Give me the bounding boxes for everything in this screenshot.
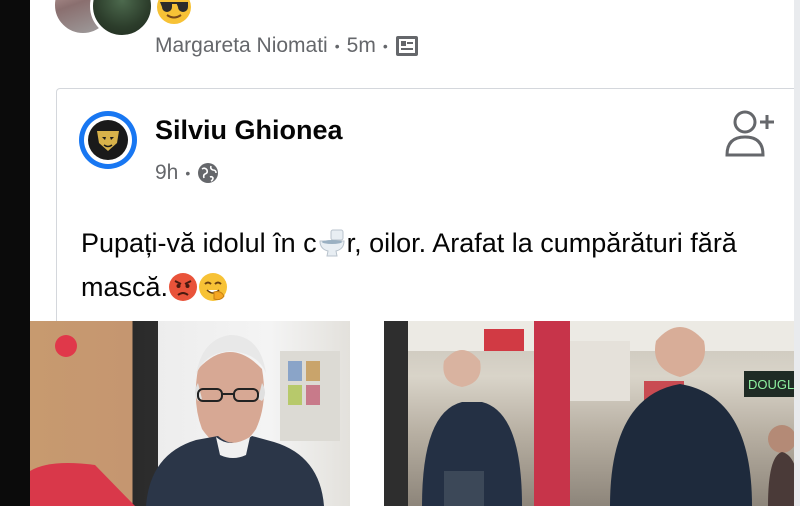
globe-icon: [198, 163, 219, 183]
sharer-avatars[interactable]: [52, 0, 154, 38]
meta-separator: •: [382, 38, 388, 54]
share-time[interactable]: 5m: [347, 34, 376, 58]
avatar[interactable]: [90, 0, 154, 38]
store-sign: DOUGLA: [748, 377, 800, 392]
post-text: Pupați-vă idolul în c r, oilor. Arafat l…: [81, 221, 781, 309]
post-author-name[interactable]: Silviu Ghionea: [155, 115, 343, 146]
right-edge-shadow: [794, 0, 800, 506]
photo-gap: [350, 321, 384, 506]
angry-face-icon: [169, 273, 198, 301]
meta-separator: •: [185, 165, 191, 181]
gallery-icon: [395, 36, 418, 56]
photo-man-closeup: [30, 335, 340, 506]
photo-mall-scene: DOUGLA: [384, 321, 800, 506]
page-avatar[interactable]: [79, 111, 137, 169]
hand-over-mouth-icon: [199, 273, 228, 301]
share-meta: Margareta Niomati • 5m •: [155, 34, 419, 58]
shared-post-card[interactable]: Silviu Ghionea 9h • Pupați-vă idolul în …: [56, 88, 800, 329]
add-friend-icon[interactable]: [723, 107, 779, 159]
post-photo[interactable]: [30, 321, 350, 506]
post-time[interactable]: 9h: [155, 161, 178, 185]
sharer-name[interactable]: Margareta Niomati: [155, 34, 328, 58]
post-photo[interactable]: DOUGLA: [384, 321, 800, 506]
page-avatar-core: [88, 120, 128, 160]
mask-logo-icon: [97, 131, 119, 151]
left-edge-bar: [0, 0, 30, 506]
meta-separator: •: [334, 38, 340, 54]
post-meta: 9h •: [155, 161, 219, 185]
toilet-icon: [319, 229, 345, 257]
post-photos[interactable]: DOUGLA: [30, 321, 800, 506]
sunglasses-emoji-icon: [157, 0, 191, 24]
post-text-part1: Pupați-vă idolul în c: [81, 228, 317, 258]
page-avatar-ring: [84, 116, 132, 164]
